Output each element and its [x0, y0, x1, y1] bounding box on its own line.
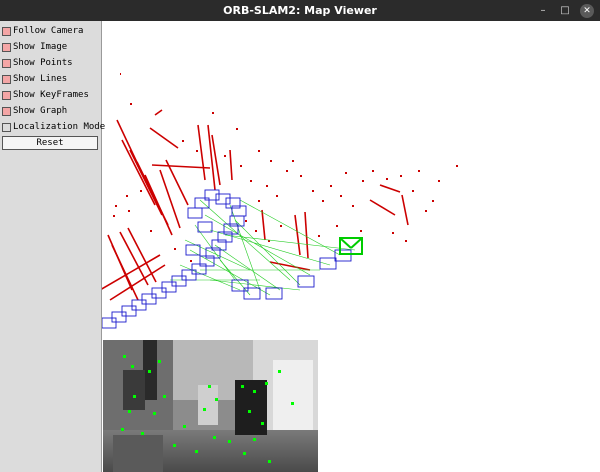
map-point-cloud: [113, 73, 458, 262]
keyframe: [187, 207, 203, 219]
keyframe: [225, 197, 241, 209]
show-image-toggle[interactable]: Show Image: [2, 40, 67, 54]
show-image-checkbox[interactable]: [2, 42, 11, 52]
keyframe: [131, 299, 147, 311]
keyframe: [141, 293, 157, 305]
map-line: [229, 149, 233, 181]
map-lines: [102, 109, 409, 301]
show-keyframes-checkbox[interactable]: [2, 90, 11, 100]
map-line: [154, 109, 163, 116]
camera-image-view: [103, 340, 318, 472]
keyframe: [204, 189, 220, 201]
show-points-toggle[interactable]: Show Points: [2, 56, 73, 70]
maximize-icon[interactable]: □: [558, 4, 572, 18]
show-graph-checkbox[interactable]: [2, 106, 11, 116]
keyframe: [171, 275, 187, 287]
show-lines-toggle[interactable]: Show Lines: [2, 72, 67, 86]
show-graph-label: Show Graph: [13, 106, 68, 116]
keyframe: [121, 305, 137, 317]
keyframe: [211, 239, 227, 251]
keyframe: [151, 287, 167, 299]
keyframe: [199, 255, 215, 267]
follow-camera-label: Follow Camera: [13, 26, 84, 36]
map-line: [207, 124, 216, 191]
localization-mode-toggle[interactable]: Localization Mode: [2, 120, 105, 134]
keyframe: [243, 287, 261, 300]
map-line: [159, 169, 181, 229]
map-line: [269, 261, 311, 271]
keyframe: [217, 231, 233, 243]
keyframe: [181, 269, 197, 281]
map-line: [294, 214, 301, 256]
show-points-label: Show Points: [13, 58, 73, 68]
map-line: [129, 149, 163, 216]
show-keyframes-toggle[interactable]: Show KeyFrames: [2, 88, 89, 102]
map-line: [197, 124, 206, 181]
reset-button[interactable]: Reset: [2, 136, 98, 150]
keyframe: [297, 275, 315, 288]
keyframe: [185, 244, 201, 256]
keyframe: [231, 205, 247, 217]
map-line: [369, 199, 396, 216]
map-line: [111, 244, 139, 301]
close-icon[interactable]: ✕: [580, 3, 594, 18]
minimize-icon[interactable]: –: [536, 4, 550, 18]
map-line: [149, 127, 179, 149]
map-line: [379, 184, 401, 193]
map-points: [102, 73, 458, 301]
keyframe: [111, 311, 127, 323]
title-bar: ORB-SLAM2: Map Viewer – □ ✕: [0, 0, 600, 21]
keyframe: [102, 317, 117, 329]
door: [235, 380, 267, 435]
keyframe: [161, 281, 177, 293]
show-image-label: Show Image: [13, 42, 68, 52]
keyframe: [334, 249, 352, 262]
map-line: [261, 209, 266, 241]
show-graph-toggle[interactable]: Show Graph: [2, 104, 67, 118]
map-line: [151, 164, 211, 169]
window-title: ORB-SLAM2: Map Viewer: [223, 4, 377, 17]
localization-mode-checkbox[interactable]: [2, 122, 11, 132]
follow-camera-checkbox[interactable]: [2, 26, 11, 36]
localization-mode-label: Localization Mode: [13, 122, 106, 132]
map-line: [144, 174, 173, 236]
keyframe: [231, 279, 249, 292]
keyframe: [215, 193, 231, 205]
show-lines-label: Show Lines: [13, 74, 68, 84]
show-points-checkbox[interactable]: [2, 58, 11, 68]
map-line: [304, 211, 309, 259]
keyframe: [191, 263, 207, 275]
keyframe: [197, 221, 213, 233]
map-line: [109, 264, 166, 301]
window-controls: – □ ✕: [536, 0, 594, 21]
show-keyframes-label: Show KeyFrames: [13, 90, 89, 100]
follow-camera-toggle[interactable]: Follow Camera: [2, 24, 83, 38]
map-line: [401, 194, 409, 226]
control-panel: Follow Camera Show Image Show Points Sho…: [0, 21, 105, 472]
keyframe: [319, 257, 337, 270]
show-lines-checkbox[interactable]: [2, 74, 11, 84]
